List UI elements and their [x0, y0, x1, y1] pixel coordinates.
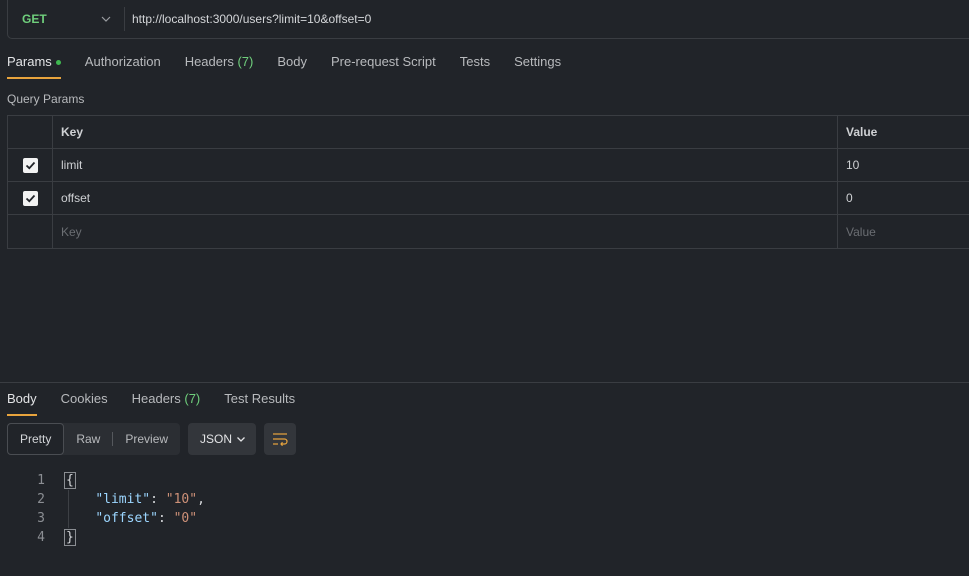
tab-settings[interactable]: Settings: [514, 52, 561, 79]
param-value-cell[interactable]: 0: [838, 182, 969, 214]
tab-response-body-label: Body: [7, 391, 37, 406]
open-brace: {: [64, 472, 76, 489]
check-icon: [25, 194, 35, 202]
json-key: "offset": [95, 511, 158, 526]
header-check-cell: [8, 116, 53, 148]
tab-settings-label: Settings: [514, 54, 562, 69]
tab-response-headers-label: Headers: [131, 391, 181, 406]
response-headers-count: (7): [184, 391, 201, 406]
url-input[interactable]: http://localhost:3000/users?limit=10&off…: [125, 12, 371, 26]
tab-tests[interactable]: Tests: [460, 52, 490, 79]
response-toolbar: Pretty Raw Preview JSON: [7, 423, 297, 455]
response-divider[interactable]: [0, 382, 969, 383]
view-mode-group: Pretty Raw Preview: [7, 423, 181, 455]
request-tabs: Params Authorization Headers (7) Body Pr…: [7, 52, 585, 79]
table-row-new: Key Value: [8, 215, 969, 248]
close-brace: }: [64, 529, 76, 546]
table-header-row: Key Value: [8, 116, 969, 149]
header-value: Value: [846, 125, 878, 139]
tab-headers-label: Headers: [184, 54, 234, 69]
tab-authorization-label: Authorization: [84, 54, 161, 69]
code-line: 3 "offset": "0": [0, 509, 205, 528]
row-check-cell: [8, 149, 53, 181]
chevron-down-icon: [237, 437, 246, 442]
method-select[interactable]: GET: [8, 0, 124, 38]
format-select[interactable]: JSON: [188, 423, 257, 455]
tab-body-label: Body: [277, 54, 307, 69]
row-check-cell: [8, 182, 53, 214]
tab-cookies-label: Cookies: [60, 391, 108, 406]
tab-params[interactable]: Params: [7, 52, 61, 79]
tab-headers[interactable]: Headers (7): [185, 52, 254, 79]
response-body-code[interactable]: 1 { 2 "limit": "10", 3 "offset": "0" 4 }: [0, 471, 205, 547]
row-check-cell: [8, 215, 53, 248]
param-key-cell[interactable]: limit: [53, 149, 838, 181]
new-key-input[interactable]: Key: [53, 215, 838, 248]
wrap-lines-icon: [273, 433, 288, 446]
view-raw-button[interactable]: Raw: [64, 423, 112, 455]
tab-cookies[interactable]: Cookies: [61, 389, 108, 416]
params-active-dot: [55, 60, 61, 66]
param-checkbox[interactable]: [22, 190, 38, 206]
param-value-cell[interactable]: 10: [838, 149, 969, 181]
code-line: 2 "limit": "10",: [0, 490, 205, 509]
tab-pre-request-script[interactable]: Pre-request Script: [331, 52, 436, 79]
view-pretty-button[interactable]: Pretty: [7, 423, 65, 455]
view-preview-button[interactable]: Preview: [113, 423, 180, 455]
header-key: Key: [53, 116, 838, 148]
new-value-input[interactable]: Value: [838, 215, 969, 248]
tab-tests-label: Tests: [459, 54, 491, 69]
json-key: "limit": [95, 492, 151, 507]
tab-body[interactable]: Body: [277, 52, 307, 79]
tab-test-results[interactable]: Test Results: [224, 389, 295, 416]
tab-pre-request-script-label: Pre-request Script: [330, 54, 436, 69]
request-url-bar: GET http://localhost:3000/users?limit=10…: [7, 0, 969, 39]
chevron-down-icon: [101, 16, 111, 22]
tab-authorization[interactable]: Authorization: [85, 52, 161, 79]
json-value: "0": [173, 511, 198, 526]
line-number: 1: [37, 473, 45, 488]
format-label: JSON: [200, 432, 233, 446]
tab-params-label: Params: [7, 54, 52, 69]
method-label: GET: [22, 12, 47, 26]
param-checkbox[interactable]: [22, 157, 38, 173]
json-comma: ,: [197, 492, 205, 507]
headers-count: (7): [237, 54, 254, 69]
check-icon: [25, 161, 35, 169]
line-number: 4: [37, 530, 45, 545]
tab-response-body[interactable]: Body: [7, 389, 37, 416]
tab-test-results-label: Test Results: [224, 391, 296, 406]
code-line: 4 }: [0, 528, 205, 547]
table-row: limit 10: [8, 149, 969, 182]
tab-response-headers[interactable]: Headers (7): [132, 389, 201, 416]
line-number: 2: [37, 492, 45, 507]
param-key-cell[interactable]: offset: [53, 182, 838, 214]
code-line: 1 {: [0, 471, 205, 490]
json-value: "10": [165, 492, 198, 507]
query-params-title: Query Params: [7, 92, 85, 106]
query-params-table: Key Value limit 10 offset 0 Key Value: [7, 115, 969, 249]
response-tabs: Body Cookies Headers (7) Test Results: [7, 389, 319, 416]
line-number: 3: [37, 511, 45, 526]
wrap-lines-button[interactable]: [264, 423, 297, 455]
table-row: offset 0: [8, 182, 969, 215]
